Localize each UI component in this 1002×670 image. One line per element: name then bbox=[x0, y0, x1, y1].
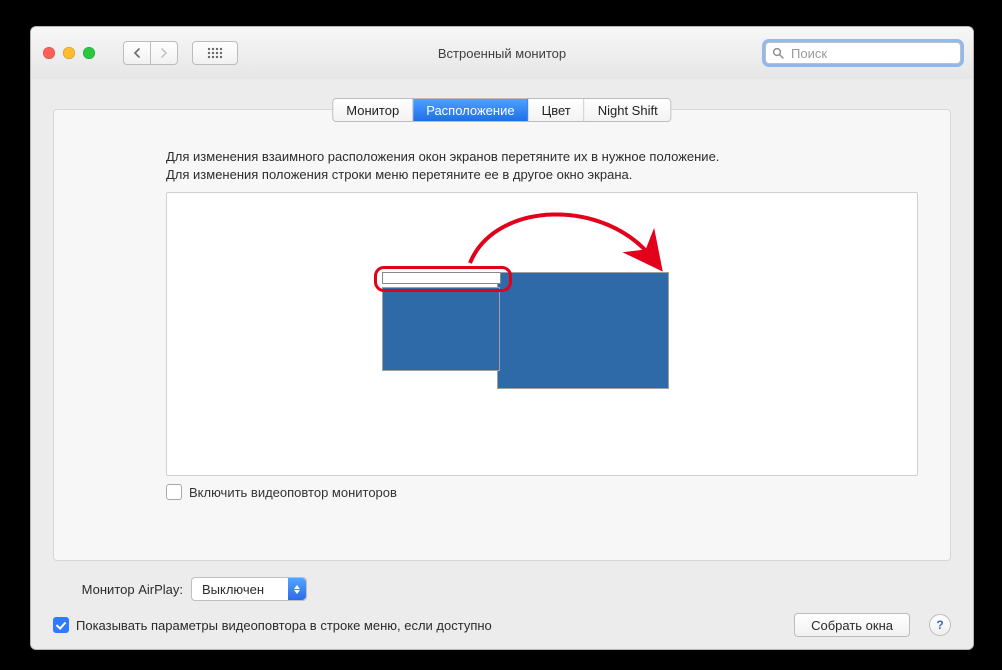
search-input[interactable] bbox=[789, 45, 954, 62]
zoom-button[interactable] bbox=[83, 47, 95, 59]
popup-stepper-icon bbox=[288, 578, 306, 600]
window-body: Монитор Расположение Цвет Night Shift Дл… bbox=[31, 79, 973, 649]
tab-label: Монитор bbox=[346, 103, 399, 118]
show-all-prefs-button[interactable] bbox=[192, 41, 238, 65]
close-button[interactable] bbox=[43, 47, 55, 59]
back-button[interactable] bbox=[123, 41, 150, 65]
airplay-row: Монитор AirPlay: Выключен bbox=[53, 577, 951, 601]
footer: Монитор AirPlay: Выключен Показывать пар… bbox=[53, 567, 951, 637]
tab-monitor[interactable]: Монитор bbox=[333, 99, 413, 121]
prefs-window: Встроенный монитор Монитор Расположение … bbox=[30, 26, 974, 650]
tab-label: Цвет bbox=[542, 103, 571, 118]
menubar-handle[interactable] bbox=[382, 272, 501, 284]
tab-label: Расположение bbox=[426, 103, 514, 118]
nav-buttons bbox=[123, 41, 178, 65]
airplay-label: Монитор AirPlay: bbox=[53, 582, 191, 597]
arrangement-area[interactable] bbox=[166, 192, 918, 476]
airplay-value: Выключен bbox=[202, 582, 264, 597]
forward-button[interactable] bbox=[150, 41, 178, 65]
mirror-displays-label: Включить видеоповтор мониторов bbox=[189, 485, 397, 500]
show-mirror-row: Показывать параметры видеоповтора в стро… bbox=[53, 613, 951, 637]
external-display[interactable] bbox=[497, 272, 669, 389]
builtin-display[interactable] bbox=[382, 287, 500, 371]
arrangement-panel: Монитор Расположение Цвет Night Shift Дл… bbox=[53, 109, 951, 561]
show-mirror-options-checkbox[interactable] bbox=[53, 617, 69, 633]
grid-icon bbox=[207, 47, 223, 59]
tab-arrangement[interactable]: Расположение bbox=[413, 99, 528, 121]
tab-night-shift[interactable]: Night Shift bbox=[585, 99, 671, 121]
gather-windows-label: Собрать окна bbox=[811, 618, 893, 633]
minimize-button[interactable] bbox=[63, 47, 75, 59]
instructions-line-1: Для изменения взаимного расположения око… bbox=[166, 148, 918, 166]
show-mirror-options-label: Показывать параметры видеоповтора в стро… bbox=[76, 618, 492, 633]
window-traffic-lights bbox=[43, 47, 95, 59]
help-button[interactable]: ? bbox=[929, 614, 951, 636]
mirror-displays-checkbox[interactable] bbox=[166, 484, 182, 500]
airplay-popup[interactable]: Выключен bbox=[191, 577, 307, 601]
help-icon: ? bbox=[936, 618, 943, 632]
toolbar: Встроенный монитор bbox=[31, 27, 973, 80]
chevron-right-icon bbox=[160, 46, 168, 61]
instructions: Для изменения взаимного расположения око… bbox=[166, 148, 918, 183]
tab-label: Night Shift bbox=[598, 103, 658, 118]
search-field[interactable] bbox=[765, 42, 961, 64]
tab-color[interactable]: Цвет bbox=[529, 99, 585, 121]
instructions-line-2: Для изменения положения строки меню пере… bbox=[166, 166, 918, 184]
mirror-displays-row: Включить видеоповтор мониторов bbox=[166, 484, 397, 500]
chevron-left-icon bbox=[133, 46, 141, 61]
gather-windows-button[interactable]: Собрать окна bbox=[794, 613, 910, 637]
annotation-arrow-icon bbox=[455, 195, 670, 277]
tab-bar: Монитор Расположение Цвет Night Shift bbox=[332, 98, 671, 122]
search-icon bbox=[772, 47, 784, 59]
